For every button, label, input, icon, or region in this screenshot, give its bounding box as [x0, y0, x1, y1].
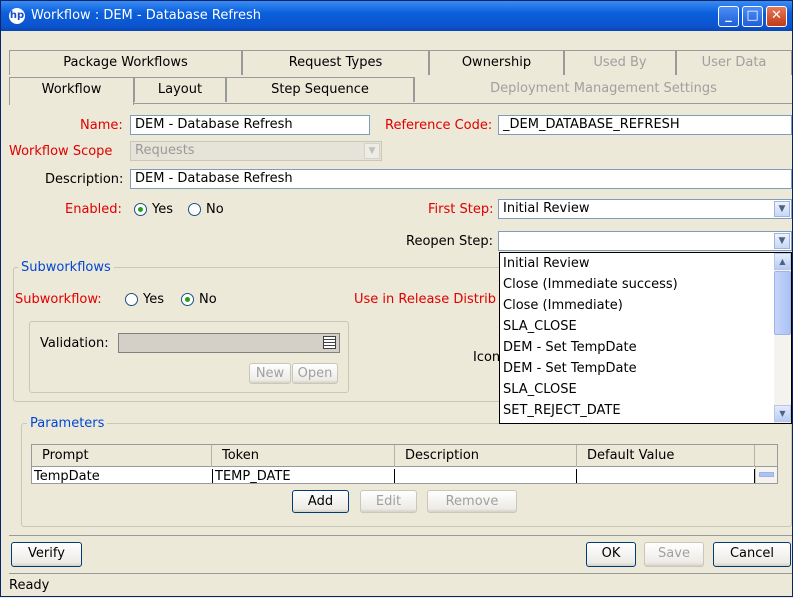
- validation-field[interactable]: [118, 333, 340, 353]
- icon-label: Icon: [473, 350, 501, 365]
- cell-token: TEMP_DATE: [213, 469, 395, 483]
- name-label: Name:: [80, 118, 123, 133]
- reference-code-label: Reference Code:: [385, 118, 493, 133]
- dropdown-option[interactable]: SLA_CLOSE: [500, 316, 791, 337]
- reopen-step-select[interactable]: ▼: [498, 231, 792, 251]
- column-header-prompt[interactable]: Prompt: [32, 445, 212, 467]
- validation-label: Validation:: [40, 336, 109, 351]
- title-bar[interactable]: hp Workflow : DEM - Database Refresh _ □…: [1, 1, 792, 31]
- workflow-scope-select[interactable]: Requests ▼: [130, 141, 382, 161]
- dropdown-option[interactable]: Close (Immediate success): [500, 274, 791, 295]
- enabled-yes-label: Yes: [152, 202, 173, 217]
- first-step-label: First Step:: [428, 202, 494, 217]
- subworkflow-yes-label: Yes: [143, 292, 164, 307]
- scroll-thumb[interactable]: [774, 271, 791, 335]
- tab-step-sequence[interactable]: Step Sequence: [226, 77, 414, 102]
- enabled-no-label: No: [206, 202, 224, 217]
- column-header-description[interactable]: Description: [395, 445, 577, 467]
- verify-button[interactable]: Verify: [11, 542, 82, 567]
- reference-code-field[interactable]: _DEM_DATABASE_REFRESH: [498, 115, 792, 135]
- parameters-table-header: Prompt Token Description Default Value: [32, 445, 777, 467]
- tab-divider: [134, 103, 792, 104]
- minimize-icon[interactable]: _: [718, 6, 739, 27]
- column-header-token[interactable]: Token: [212, 445, 395, 467]
- tab-package-workflows[interactable]: Package Workflows: [9, 50, 242, 75]
- parameters-title: Parameters: [27, 416, 108, 431]
- status-bar: Ready: [9, 573, 792, 597]
- window-title: Workflow : DEM - Database Refresh: [31, 8, 261, 23]
- tab-request-types[interactable]: Request Types: [242, 50, 429, 75]
- table-scrollbar[interactable]: [755, 467, 777, 483]
- save-button[interactable]: Save: [644, 542, 704, 567]
- dropdown-scrollbar[interactable]: ▲ ▼: [774, 253, 791, 423]
- tab-layout[interactable]: Layout: [134, 77, 226, 102]
- tab-row-front: Workflow Layout Step Sequence Deployment…: [9, 77, 792, 105]
- list-picker-icon[interactable]: [323, 336, 336, 349]
- footer-divider: [9, 535, 792, 536]
- dropdown-options: Initial Review Close (Immediate success) C…: [500, 253, 791, 421]
- cell-description: [395, 469, 577, 483]
- chevron-down-icon: ▼: [774, 201, 790, 217]
- tab-used-by[interactable]: Used By: [564, 50, 676, 75]
- workflow-window: hp Workflow : DEM - Database Refresh _ □…: [0, 0, 793, 597]
- scroll-thumb[interactable]: [759, 472, 774, 477]
- description-field[interactable]: DEM - Database Refresh: [130, 169, 792, 189]
- column-header-default-value[interactable]: Default Value: [577, 445, 755, 467]
- enabled-no-radio[interactable]: [188, 203, 201, 216]
- chevron-down-icon: ▼: [774, 233, 790, 249]
- tab-row-back: Package Workflows Request Types Ownershi…: [9, 50, 792, 75]
- subworkflow-label: Subworkflow:: [15, 292, 102, 307]
- reopen-step-label: Reopen Step:: [406, 234, 494, 249]
- use-in-release-label: Use in Release Distrib: [354, 292, 497, 307]
- cancel-button[interactable]: Cancel: [713, 542, 791, 567]
- open-validation-button[interactable]: Open: [292, 363, 338, 384]
- dropdown-option[interactable]: DEM - Set TempDate: [500, 337, 791, 358]
- parameters-table: Prompt Token Description Default Value T…: [31, 444, 778, 484]
- dropdown-option[interactable]: Initial Review: [500, 253, 791, 274]
- cell-default-value: [577, 469, 755, 483]
- ok-button[interactable]: OK: [586, 542, 636, 567]
- status-text: Ready: [9, 578, 50, 593]
- tab-user-data[interactable]: User Data: [676, 50, 792, 75]
- tab-workflow[interactable]: Workflow: [9, 77, 134, 105]
- reopen-step-dropdown-list[interactable]: Initial Review Close (Immediate success) C…: [499, 252, 792, 424]
- name-field[interactable]: DEM - Database Refresh: [130, 115, 370, 135]
- dropdown-option[interactable]: DEM - Set TempDate: [500, 358, 791, 379]
- hp-logo-icon: hp: [9, 8, 25, 24]
- subworkflow-yes-radio[interactable]: [125, 293, 138, 306]
- subworkflow-no-radio[interactable]: [181, 293, 194, 306]
- edit-parameter-button[interactable]: Edit: [360, 490, 417, 513]
- scroll-down-icon[interactable]: ▼: [774, 405, 791, 422]
- subworkflows-title: Subworkflows: [18, 260, 114, 275]
- close-icon[interactable]: ✕: [766, 6, 787, 27]
- cell-prompt: TempDate: [32, 469, 213, 483]
- subworkflow-no-label: No: [199, 292, 217, 307]
- workflow-scope-label: Workflow Scope: [9, 144, 113, 159]
- remove-parameter-button[interactable]: Remove: [427, 490, 517, 513]
- first-step-value: Initial Review: [503, 201, 590, 216]
- tab-ownership[interactable]: Ownership: [429, 50, 564, 75]
- enabled-label: Enabled:: [65, 202, 122, 217]
- new-validation-button[interactable]: New: [249, 363, 291, 384]
- add-parameter-button[interactable]: Add: [292, 490, 349, 513]
- dropdown-option[interactable]: SLA_CLOSE: [500, 379, 791, 400]
- first-step-select[interactable]: Initial Review ▼: [498, 199, 792, 219]
- workflow-scope-value: Requests: [135, 143, 195, 158]
- tab-deployment-management-settings[interactable]: Deployment Management Settings: [414, 77, 792, 102]
- description-label: Description:: [45, 172, 124, 187]
- dropdown-option[interactable]: SET_REJECT_DATE: [500, 400, 791, 421]
- enabled-yes-radio[interactable]: [134, 203, 147, 216]
- maximize-icon[interactable]: □: [742, 6, 763, 27]
- dropdown-option[interactable]: Close (Immediate): [500, 295, 791, 316]
- scroll-up-icon[interactable]: ▲: [774, 253, 791, 270]
- chevron-down-icon: ▼: [364, 143, 380, 159]
